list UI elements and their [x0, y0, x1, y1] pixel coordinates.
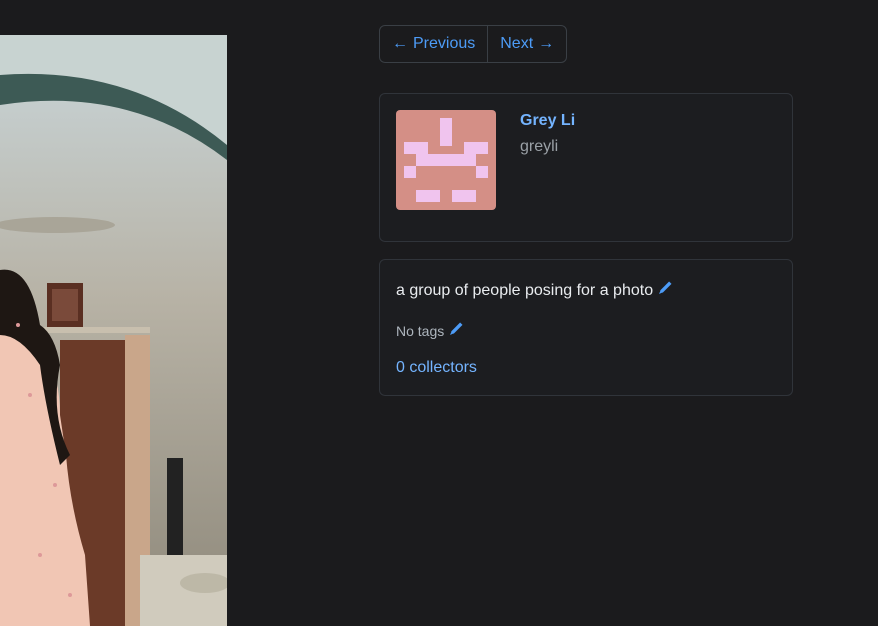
edit-description-button[interactable] — [657, 280, 673, 301]
user-username: greyli — [520, 138, 559, 155]
arrow-right-icon: → — [538, 35, 555, 52]
edit-tags-button[interactable] — [448, 321, 464, 340]
previous-label: Previous — [413, 35, 476, 52]
collectors-link[interactable]: 0 collectors — [396, 359, 477, 377]
photo-image[interactable] — [0, 35, 227, 626]
user-card: Grey Li greyli — [379, 93, 793, 242]
pencil-icon — [659, 281, 672, 294]
arrow-left-icon: ← — [392, 35, 408, 52]
description-text: a group of people posing for a photo — [396, 281, 654, 299]
previous-button[interactable]: ← Previous — [380, 26, 487, 62]
next-button[interactable]: Next → — [487, 26, 566, 62]
photo-description: a group of people posing for a photo — [396, 280, 673, 301]
photo-info-card: a group of people posing for a photo No … — [379, 259, 793, 396]
photo-tags: No tags — [396, 321, 464, 340]
photo-pager: ← Previous Next → — [379, 25, 568, 63]
identicon-icon — [404, 118, 488, 202]
pencil-icon — [450, 322, 463, 335]
next-label: Next — [500, 35, 534, 52]
user-name-link[interactable]: Grey Li — [520, 112, 575, 130]
tags-text: No tags — [396, 322, 445, 339]
photo-drawing — [0, 35, 227, 626]
avatar[interactable] — [396, 110, 496, 210]
